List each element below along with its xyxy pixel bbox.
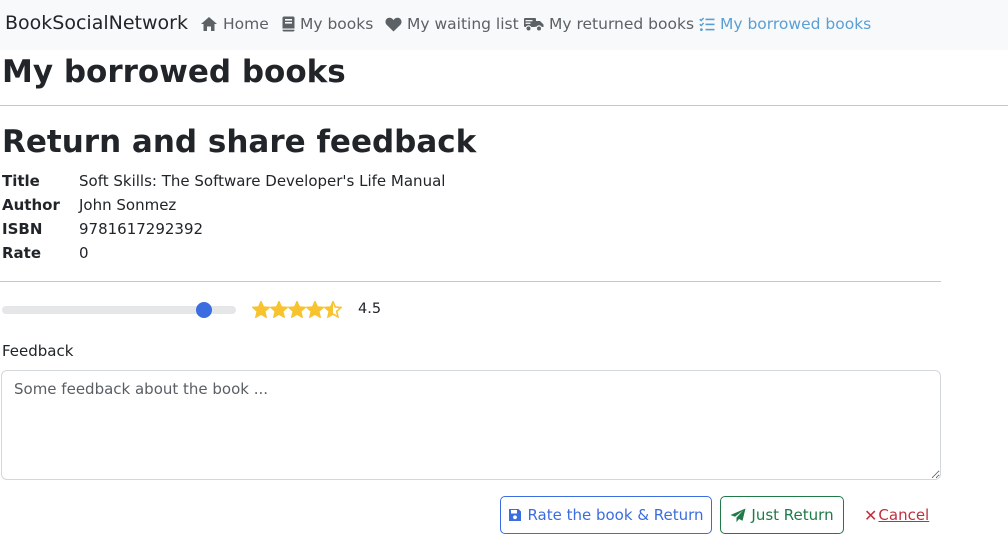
rate-value: 0 xyxy=(79,244,89,262)
title-label: Title xyxy=(2,172,40,190)
rate-label: Rate xyxy=(2,244,42,262)
rate-and-return-label: Rate the book & Return xyxy=(527,506,704,524)
isbn-label: ISBN xyxy=(2,220,43,238)
nav-label-my-books: My books xyxy=(300,15,374,33)
nav-item-returned-books[interactable]: My returned books xyxy=(524,13,694,35)
rate-and-return-button[interactable]: Rate the book & Return xyxy=(500,496,712,534)
brand-link[interactable]: BookSocialNetwork xyxy=(5,12,188,34)
just-return-button[interactable]: Just Return xyxy=(720,496,844,534)
star-half-icon xyxy=(324,301,342,318)
just-return-label: Just Return xyxy=(751,506,834,524)
nav-item-home[interactable]: Home xyxy=(200,13,269,35)
home-icon xyxy=(201,17,217,31)
title-divider xyxy=(0,105,1008,106)
nav-item-my-books[interactable]: My books xyxy=(282,13,373,35)
book-icon xyxy=(282,16,295,32)
star-full-icon xyxy=(252,301,270,318)
paper-plane-icon xyxy=(730,508,746,522)
cancel-link[interactable]: ✕ Cancel xyxy=(864,505,929,525)
heart-icon xyxy=(385,17,402,31)
nav-label-borrowed-books: My borrowed books xyxy=(720,15,872,33)
nav-item-borrowed-books[interactable]: My borrowed books xyxy=(699,13,871,35)
title-value: Soft Skills: The Software Developer's Li… xyxy=(79,172,446,190)
section-title: Return and share feedback xyxy=(2,124,477,160)
nav-item-waiting-list[interactable]: My waiting list xyxy=(385,13,519,35)
nav-label-returned-books: My returned books xyxy=(549,15,695,33)
star-full-icon xyxy=(270,301,288,318)
rating-slider-thumb[interactable] xyxy=(196,302,213,318)
save-icon xyxy=(509,509,522,521)
close-icon: ✕ xyxy=(864,505,878,525)
cancel-label: Cancel xyxy=(878,506,930,524)
star-full-icon xyxy=(288,301,306,318)
feedback-label: Feedback xyxy=(2,342,74,360)
author-label: Author xyxy=(2,196,60,214)
author-value: John Sonmez xyxy=(79,196,177,214)
navbar: BookSocialNetwork Home My books My waiti… xyxy=(0,0,1008,50)
nav-label-home: Home xyxy=(223,15,269,33)
rating-value: 4.5 xyxy=(358,301,382,317)
feedback-textarea[interactable] xyxy=(1,370,941,480)
list-check-icon xyxy=(699,16,715,31)
details-divider xyxy=(0,281,941,282)
star-full-icon xyxy=(306,301,324,318)
page-title: My borrowed books xyxy=(2,54,346,90)
isbn-value: 9781617292392 xyxy=(79,220,204,238)
star-rating xyxy=(252,301,342,319)
truck-icon xyxy=(524,18,544,32)
nav-label-waiting-list: My waiting list xyxy=(407,15,519,33)
